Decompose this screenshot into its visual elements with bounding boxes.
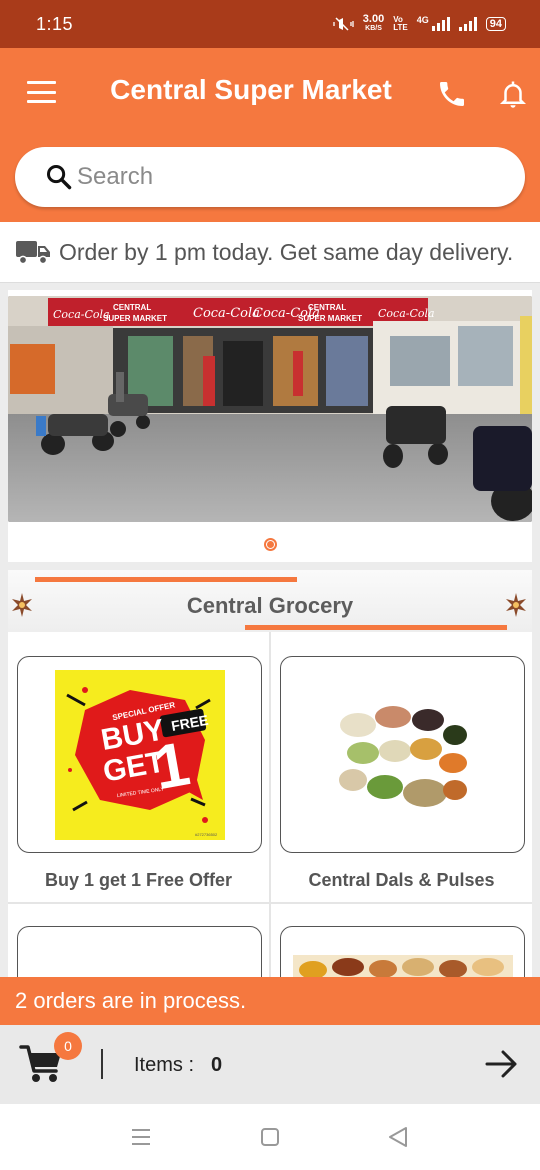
orders-in-process-bar[interactable]: 2 orders are in process. xyxy=(0,977,540,1025)
net-speed-unit: KB/S xyxy=(365,25,382,32)
category-grid: FREE SPECIAL OFFER BUY GET 1 LIMITED TIM… xyxy=(8,632,532,977)
orders-status-text: 2 orders are in process. xyxy=(15,988,247,1013)
bogo-code-text: #272736502 xyxy=(195,832,218,837)
section-header: Central Grocery xyxy=(8,570,532,632)
signal-2-icon xyxy=(458,17,477,31)
mute-vibrate-icon xyxy=(333,17,354,31)
svg-text:Coca-Cola: Coca-Cola xyxy=(253,306,320,321)
category-image-frame xyxy=(17,926,262,977)
items-label: Items : xyxy=(134,1054,195,1076)
svg-text:Coca-Cola: Coca-Cola xyxy=(53,308,110,321)
ornament-icon xyxy=(506,593,526,617)
recent-apps-icon[interactable] xyxy=(129,1125,153,1149)
category-image-frame xyxy=(280,926,525,977)
search-box[interactable] xyxy=(15,147,525,207)
section-line-bottom xyxy=(245,625,507,630)
search-icon xyxy=(46,164,72,190)
dry-fruits-image xyxy=(292,955,513,977)
category-card[interactable] xyxy=(271,904,532,977)
items-count: 0 xyxy=(211,1054,223,1076)
carousel-dot-active[interactable] xyxy=(264,538,277,551)
bell-icon[interactable] xyxy=(498,78,528,110)
back-icon[interactable] xyxy=(386,1125,410,1149)
divider xyxy=(101,1049,103,1079)
phone-icon[interactable] xyxy=(436,78,468,110)
app-bar: Central Super Market xyxy=(0,48,540,138)
section-title: Central Grocery xyxy=(186,593,354,618)
arrow-right-icon[interactable] xyxy=(485,1049,519,1079)
category-card[interactable] xyxy=(8,904,269,977)
search-input[interactable] xyxy=(77,163,477,191)
dals-pulses-image xyxy=(338,705,467,807)
store-front-image: CENTRAL SUPER MARKET CENTRAL SUPER MARKE… xyxy=(8,296,532,522)
category-image-frame xyxy=(280,656,525,853)
banner-carousel[interactable]: CENTRAL SUPER MARKET CENTRAL SUPER MARKE… xyxy=(8,290,532,562)
cart-bar: 0 Items : 0 xyxy=(0,1025,540,1104)
search-area xyxy=(0,138,540,222)
bogo-offer-image: FREE SPECIAL OFFER BUY GET 1 LIMITED TIM… xyxy=(54,669,225,840)
battery-icon: 94 xyxy=(485,17,506,31)
net-speed-value: 3.00 xyxy=(362,13,385,25)
category-label: Buy 1 get 1 Free Offer xyxy=(44,870,233,890)
truck-icon xyxy=(16,241,50,265)
system-nav-bar xyxy=(0,1104,540,1170)
svg-text:SUPER MARKET: SUPER MARKET xyxy=(103,314,167,323)
signal-icon xyxy=(431,17,450,31)
svg-text:Coca-Cola: Coca-Cola xyxy=(193,306,260,321)
svg-text:Coca-Cola: Coca-Cola xyxy=(378,307,435,320)
section-line-top xyxy=(35,577,297,582)
store-sign-text: CENTRAL xyxy=(113,303,151,312)
delivery-text: Order by 1 pm today. Get same day delive… xyxy=(59,238,514,265)
delivery-notice: Order by 1 pm today. Get same day delive… xyxy=(0,222,540,283)
status-icons: 3.00 KB/S Vo LTE 4G 94 xyxy=(332,14,506,34)
status-bar: 1:15 3.00 KB/S Vo LTE 4G 94 xyxy=(0,0,540,48)
category-image-frame: FREE SPECIAL OFFER BUY GET 1 LIMITED TIM… xyxy=(17,656,262,853)
volte-label: Vo LTE xyxy=(393,15,408,32)
home-icon[interactable] xyxy=(258,1125,282,1149)
net-speed: 3.00 KB/S xyxy=(363,14,384,34)
category-label: Central Dals & Pulses xyxy=(308,870,495,890)
status-time: 1:15 xyxy=(36,13,74,34)
category-card[interactable]: FREE SPECIAL OFFER BUY GET 1 LIMITED TIM… xyxy=(8,632,269,902)
cart-badge: 0 xyxy=(54,1032,82,1060)
category-card[interactable]: Central Dals & Pulses xyxy=(271,632,532,902)
network-type: 4G xyxy=(416,15,429,25)
